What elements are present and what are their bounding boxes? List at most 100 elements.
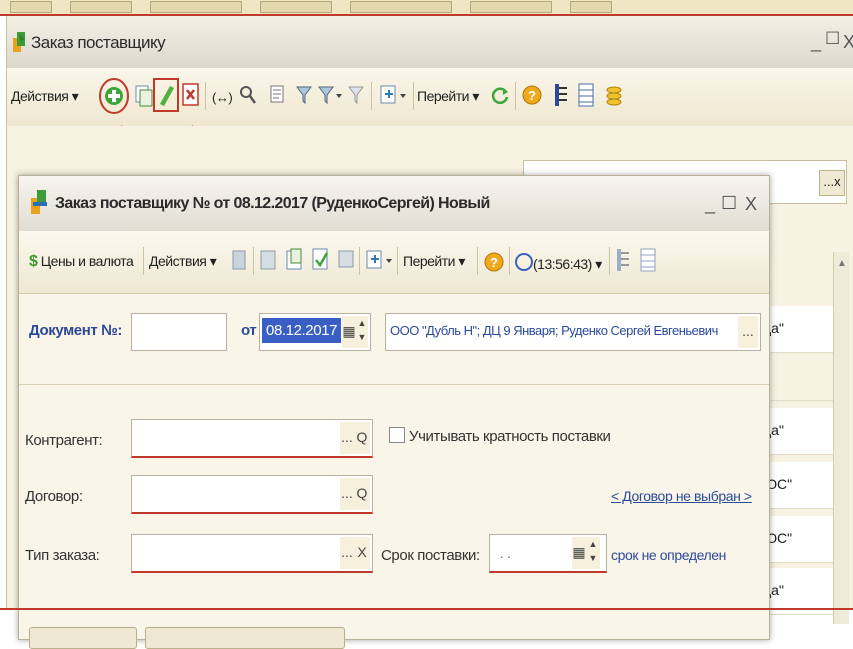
bottom-tab-button[interactable] [145, 627, 345, 649]
inner-toolbar: $ Цены и валюта Действия ▾ Перейти ▾ ? (… [19, 231, 769, 294]
toolbar-separator [371, 82, 372, 110]
time-button[interactable]: (13:56:43) ▾ [515, 253, 602, 273]
taskbar-button[interactable] [260, 1, 332, 13]
taskbar-button[interactable] [70, 1, 132, 13]
list-item[interactable] [759, 354, 839, 401]
calendar-icon[interactable]: ▦ [342, 316, 356, 348]
order-type-select-button[interactable]: ... [340, 537, 354, 569]
list-view-icon[interactable] [639, 247, 657, 273]
taskbar-button[interactable] [10, 1, 52, 13]
list-view-icon[interactable] [577, 82, 595, 108]
contractor-select-button[interactable]: ... [340, 422, 354, 454]
inner-window-title: Заказ поставщику № от 08.12.2017 (Руденк… [55, 195, 490, 212]
taskbar-button[interactable] [470, 1, 552, 13]
order-type-input[interactable]: ... X [131, 534, 373, 573]
clear-filter-icon[interactable] [347, 84, 365, 106]
filter-dropdown-icon[interactable] [317, 84, 343, 106]
maximize-icon[interactable]: ☐ [721, 193, 737, 214]
scroll-up-icon[interactable]: ▲ [837, 258, 847, 269]
toolbar-separator [359, 247, 360, 275]
structure-icon[interactable] [615, 247, 631, 273]
filter-list-icon[interactable] [269, 84, 287, 106]
svg-text:?: ? [528, 88, 536, 103]
contract-select-button[interactable]: ... [340, 478, 354, 510]
toolbar-separator [609, 247, 610, 275]
copy-doc-icon[interactable] [285, 247, 305, 273]
actions-menu-label: Действия [11, 88, 69, 104]
list-item[interactable]: да" [759, 408, 839, 455]
time-label: (13:56:43) [533, 256, 592, 272]
close-icon[interactable]: X [843, 32, 853, 53]
search-icon[interactable] [239, 84, 257, 106]
post-document-icon[interactable] [231, 249, 247, 273]
taskbar-button[interactable] [570, 1, 612, 13]
maximize-icon[interactable]: ☐ [825, 29, 840, 49]
contractor-input[interactable]: ... Q [131, 419, 373, 458]
print-icon[interactable] [337, 247, 355, 273]
save-icon[interactable] [259, 249, 277, 273]
close-icon[interactable]: X [745, 194, 757, 215]
date-from-label: от [241, 322, 257, 339]
calendar-icon[interactable]: ▦ [572, 537, 586, 569]
edit-icon[interactable] [153, 78, 179, 112]
add-icon[interactable] [97, 76, 131, 116]
organization-select-button[interactable]: ... [738, 316, 758, 348]
goto-menu-label: Перейти [403, 253, 455, 269]
delivery-term-input[interactable]: . . ▦ ▲ ▼ [489, 534, 607, 573]
create-based-on-icon[interactable] [365, 249, 395, 271]
date-spinner-icon[interactable]: ▲ ▼ [356, 316, 368, 348]
create-based-on-icon[interactable] [379, 84, 409, 106]
toolbar-separator [397, 247, 398, 275]
clock-icon [515, 253, 533, 271]
prices-currency-label: Цены и валюта [40, 253, 134, 269]
filter-icon[interactable] [295, 84, 313, 106]
delete-icon[interactable] [181, 82, 201, 108]
date-value: 08.12.2017 [262, 318, 342, 343]
structure-icon[interactable] [553, 82, 569, 108]
help-icon[interactable]: ? [483, 251, 505, 273]
minimize-icon[interactable]: _ [705, 194, 715, 215]
multiplicity-checkbox[interactable] [389, 427, 405, 443]
list-scrollbar[interactable]: ▲ [833, 252, 849, 624]
goto-menu[interactable]: Перейти ▾ [403, 253, 465, 270]
coins-icon[interactable] [605, 82, 623, 108]
filter-select-button[interactable]: ...x [819, 170, 845, 196]
actions-menu[interactable]: Действия ▾ [11, 88, 79, 105]
toolbar-separator [509, 247, 510, 275]
date-input[interactable]: 08.12.2017 ▦ ▲ ▼ [259, 313, 371, 351]
outer-title-bar: Заказ поставщику _ ☐ X [7, 16, 853, 68]
annotation-line-bottom [0, 608, 853, 610]
list-item[interactable]: ЮС" [759, 516, 839, 563]
actions-menu[interactable]: Действия ▾ [149, 253, 217, 270]
refresh-icon[interactable] [489, 84, 511, 106]
taskbar-strip [0, 0, 853, 15]
contractor-search-icon[interactable]: Q [354, 422, 370, 454]
mark-deletion-icon[interactable]: (↔) [212, 90, 233, 105]
minimize-icon[interactable]: _ [811, 32, 821, 53]
doc-number-input[interactable] [131, 313, 227, 351]
organization-value: ООО "Дубль Н"; ДЦ 9 Января; Руденко Серг… [390, 323, 718, 338]
help-icon[interactable]: ? [521, 84, 543, 106]
post-and-close-icon[interactable] [311, 247, 331, 273]
contract-status-link[interactable]: < Договор не выбран > [611, 488, 752, 504]
goto-menu-label: Перейти [417, 88, 469, 104]
delivery-term-value: . . [500, 546, 511, 561]
taskbar-button[interactable] [350, 1, 452, 13]
document-header-row: Документ №: от 08.12.2017 ▦ ▲ ▼ ООО "Дубл… [19, 294, 769, 385]
goto-menu[interactable]: Перейти ▾ [417, 88, 479, 105]
contract-label: Договор: [25, 488, 83, 505]
contract-search-icon[interactable]: Q [354, 478, 370, 510]
list-item[interactable]: да" [759, 306, 839, 353]
bottom-tab-button[interactable] [29, 627, 137, 649]
order-type-label: Тип заказа: [25, 547, 100, 564]
taskbar-button[interactable] [150, 1, 242, 13]
list-item[interactable]: ЮС" [759, 462, 839, 509]
delivery-spinner-icon[interactable]: ▲ ▼ [586, 537, 600, 569]
prices-currency-button[interactable]: $ Цены и валюта [29, 253, 134, 271]
document-app-icon [13, 32, 25, 52]
copy-icon[interactable] [134, 84, 154, 108]
contract-input[interactable]: ... Q [131, 475, 373, 514]
order-type-clear-icon[interactable]: X [354, 537, 370, 569]
organization-input[interactable]: ООО "Дубль Н"; ДЦ 9 Января; Руденко Серг… [385, 313, 761, 351]
toolbar-separator [413, 82, 414, 110]
